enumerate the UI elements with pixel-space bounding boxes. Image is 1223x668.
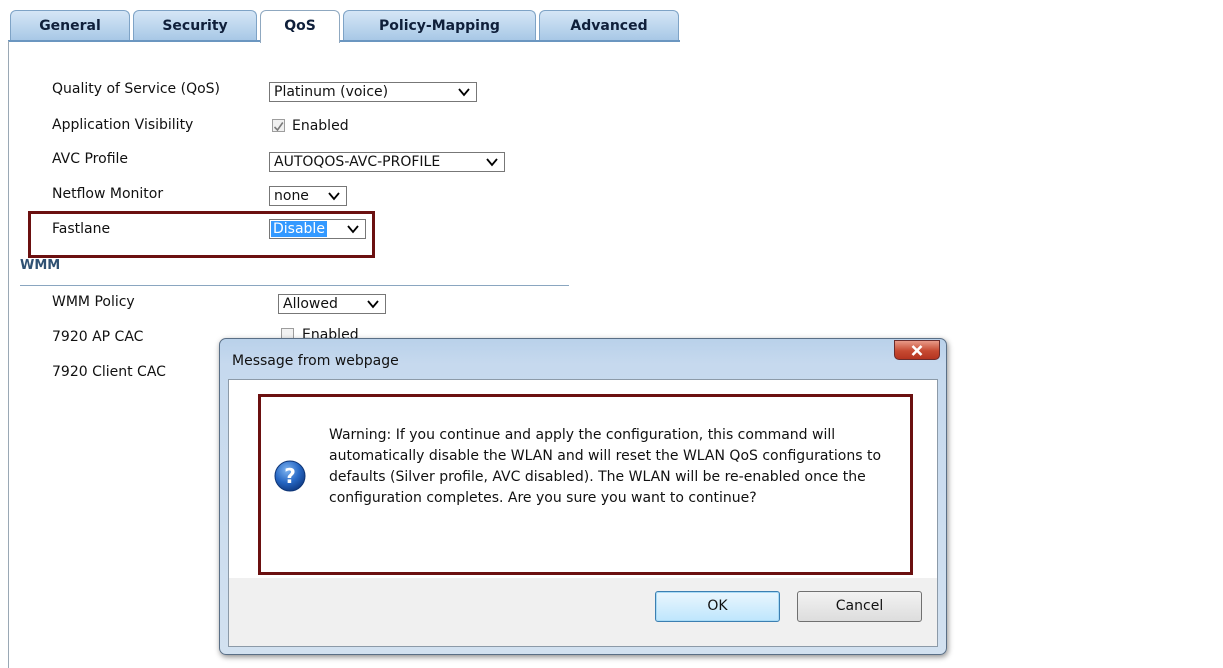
app-visibility-enabled-text: Enabled: [292, 118, 349, 134]
ok-button[interactable]: OK: [655, 591, 780, 622]
avc-profile-select[interactable]: AUTOQOS-AVC-PROFILE: [269, 152, 505, 172]
wmm-section-title: WMM: [20, 258, 61, 273]
avc-profile-value: AUTOQOS-AVC-PROFILE: [274, 154, 441, 170]
wmm-policy-label: WMM Policy: [52, 294, 135, 310]
tab-general[interactable]: General: [10, 10, 130, 40]
netflow-monitor-select[interactable]: none: [269, 186, 347, 206]
avc-profile-label: AVC Profile: [52, 151, 129, 167]
tab-advanced[interactable]: Advanced: [539, 10, 679, 40]
dialog-body: ? Warning: If you continue and apply the…: [228, 379, 938, 647]
app-visibility-checkbox[interactable]: [272, 119, 285, 132]
chevron-down-icon: [457, 85, 471, 99]
fastlane-highlight-box: [28, 211, 375, 258]
chevron-down-icon: [366, 297, 380, 311]
tab-policy-mapping[interactable]: Policy-Mapping: [343, 10, 536, 40]
tab-security[interactable]: Security: [133, 10, 257, 40]
netflow-monitor-value: none: [274, 188, 309, 204]
ap-cac-enabled-text: Enabled: [302, 327, 359, 338]
tab-bar: General Security QoS Policy-Mapping Adva…: [10, 10, 680, 43]
qos-select[interactable]: Platinum (voice): [269, 82, 477, 102]
wmm-policy-value: Allowed: [283, 296, 338, 312]
chevron-down-icon: [327, 189, 341, 203]
client-cac-label: 7920 Client CAC: [52, 364, 166, 380]
wmm-policy-select[interactable]: Allowed: [278, 294, 386, 314]
netflow-monitor-label: Netflow Monitor: [52, 186, 164, 202]
dialog-title: Message from webpage: [232, 353, 399, 369]
close-icon: [911, 345, 923, 356]
cancel-button[interactable]: Cancel: [797, 591, 922, 622]
dialog-message-area: ? Warning: If you continue and apply the…: [229, 380, 937, 578]
qos-label: Quality of Service (QoS): [52, 81, 221, 97]
wmm-section-divider: [20, 285, 569, 286]
app-visibility-label: Application Visibility: [52, 117, 194, 133]
qos-select-value: Platinum (voice): [274, 84, 389, 100]
message-highlight-box: [258, 394, 913, 575]
checkmark-icon: [273, 122, 284, 132]
message-dialog: Message from webpage ? Warning: If you c…: [219, 338, 947, 655]
chevron-down-icon: [485, 155, 499, 169]
ap-cac-label: 7920 AP CAC: [52, 329, 144, 345]
close-button[interactable]: [894, 340, 940, 360]
tab-qos[interactable]: QoS: [260, 10, 340, 43]
